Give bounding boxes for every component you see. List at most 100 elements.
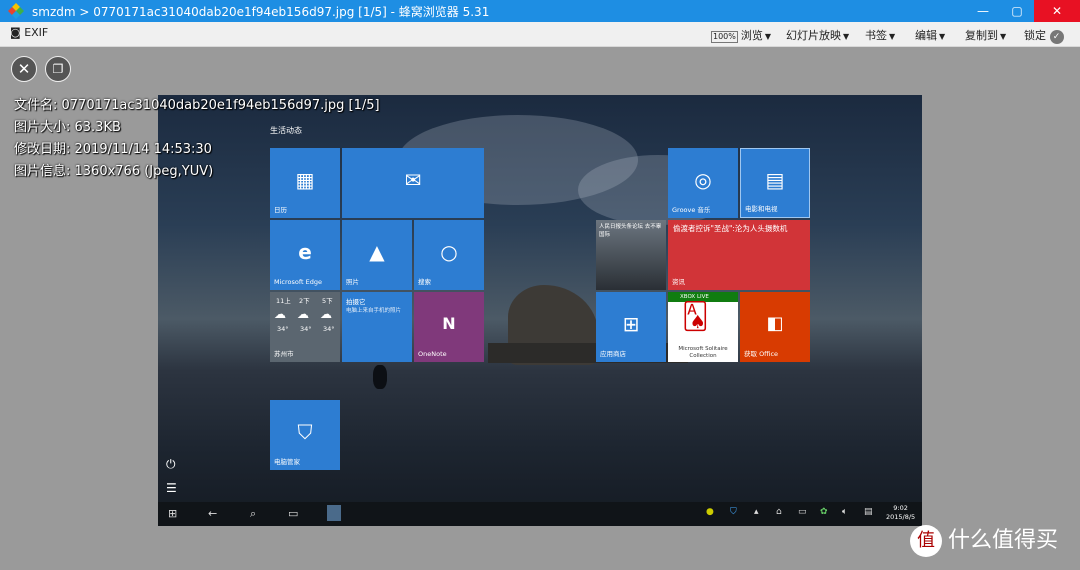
tile-store[interactable]: ⊞ 应用商店: [596, 292, 666, 362]
cards-icon: 🂡: [682, 302, 709, 332]
bookmark-menu[interactable]: 书签 ▼: [865, 27, 895, 43]
tile-label: 应用商店: [600, 350, 626, 358]
tile-onenote[interactable]: N OneNote: [414, 292, 484, 362]
mail-icon: ✉: [404, 167, 422, 192]
start-windows-icon[interactable]: ⊞: [168, 507, 177, 520]
tray-colorful-icon[interactable]: ✿: [820, 507, 828, 517]
image-view: 生活动态 ▦ 日历 ✉ e Microsoft Edge ▲ 照片 ○ 搜索 1…: [158, 95, 922, 526]
tile-label: Microsoft Solitaire Collection: [678, 346, 728, 359]
tile-news-photo[interactable]: 人民日报头条论坛 去不辜国际: [596, 220, 666, 290]
edit-menu[interactable]: 编辑 ▼: [915, 27, 945, 43]
copyto-label: 复制到: [965, 29, 998, 42]
cloud-icon: ☁: [320, 307, 332, 321]
tile-office[interactable]: ◧ 获取 Office: [740, 292, 810, 362]
clock-date: 2015/8/5: [886, 513, 916, 521]
tray-network-icon[interactable]: ▴: [754, 507, 759, 517]
tile-label: 苏州市: [274, 350, 294, 358]
copy-icon: ❐: [52, 62, 64, 76]
tile-search[interactable]: ○ 搜索: [414, 220, 484, 290]
runner-silhouette: [373, 365, 387, 389]
lock-label: 锁定: [1024, 29, 1046, 42]
copyto-menu[interactable]: 复制到 ▼: [965, 27, 1006, 43]
tile-movies[interactable]: ▤ 电影和电视: [740, 148, 810, 218]
taskbar: ⊞ ← ⌕ ▭ ● ⛉ ▴ ⌂ ▭ ✿ 🔈︎ ▤ 9:02 2015/8/5: [158, 502, 922, 526]
tile-phone-companion[interactable]: 拍摄它 电脑上来自手机的照片: [342, 292, 412, 362]
close-view-button[interactable]: ✕: [11, 56, 37, 82]
clapper-icon: ▤: [765, 167, 785, 192]
volume-icon[interactable]: 🔈︎: [842, 507, 847, 517]
store-icon: ⊞: [622, 311, 640, 336]
toolbar: ◙ EXIF 100% 浏览 ▼ 幻灯片放映 ▼ 书签 ▼ 编辑 ▼ 复制到 ▼ 锁定 ✓: [0, 22, 1080, 47]
slideshow-menu[interactable]: 幻灯片放映 ▼: [786, 27, 849, 43]
tray-notify-icon[interactable]: ⌂: [776, 507, 782, 517]
weather-day: 11上: [276, 297, 291, 305]
tile-calendar[interactable]: ▦ 日历: [270, 148, 340, 218]
tile-groove[interactable]: ◎ Groove 音乐: [668, 148, 738, 218]
app-logo-icon: [8, 3, 24, 19]
news-headline: 偷渡者控诉"圣战":沦为人头摄数机: [673, 224, 788, 233]
tile-label: 搜索: [418, 278, 431, 286]
tile-label: Groove 音乐: [672, 206, 711, 214]
browse-menu[interactable]: 100% 浏览 ▼: [711, 27, 771, 43]
bookmark-label: 书签: [865, 29, 887, 42]
weather-temp: 34°: [300, 325, 312, 333]
watermark: 值什么值得买: [910, 522, 1058, 557]
xbox-live-badge: XBOX LIVE: [668, 292, 738, 302]
edit-label: 编辑: [915, 29, 937, 42]
taskbar-clock[interactable]: 9:02 2015/8/5: [886, 504, 915, 522]
chevron-down-icon: ▼: [764, 32, 772, 41]
photos-icon: ▲: [369, 239, 385, 264]
onenote-icon: N: [442, 313, 456, 333]
tray-shield-icon[interactable]: ⛉: [730, 507, 737, 517]
tile-label: 日历: [274, 206, 287, 214]
weather-day: 2下: [299, 297, 310, 305]
tray-display-icon[interactable]: ▭: [798, 507, 807, 517]
lock-button[interactable]: 锁定 ✓: [1024, 27, 1064, 44]
info-modified: 修改日期: 2019/11/14 14:53:30: [14, 142, 212, 157]
tile-mail[interactable]: ✉: [342, 148, 484, 218]
chevron-down-icon: ▼: [1000, 32, 1007, 41]
cloud-icon: ☁: [297, 307, 309, 321]
app-taskbar-icon[interactable]: [327, 505, 341, 521]
clock-time: 9:02: [893, 504, 908, 512]
power-icon[interactable]: ⏻: [166, 457, 176, 472]
minimize-button[interactable]: —: [966, 0, 1000, 22]
tile-label: Microsoft Edge: [274, 278, 323, 286]
search-icon[interactable]: ⌕: [250, 507, 256, 521]
tile-news[interactable]: 偷渡者控诉"圣战":沦为人头摄数机 资讯: [668, 220, 810, 290]
tile-pc-manager[interactable]: ⛉ 电脑管家: [270, 400, 340, 470]
cloud-icon: ☁: [274, 307, 286, 321]
weather-temp: 34°: [277, 325, 289, 333]
browse-label: 浏览: [740, 29, 763, 42]
tile-edge[interactable]: e Microsoft Edge: [270, 220, 340, 290]
tray-app-icon[interactable]: ●: [706, 507, 714, 517]
tile-label: 电影和电视: [745, 205, 778, 213]
camera-icon: ◙: [10, 26, 21, 39]
tile-label: OneNote: [418, 350, 447, 358]
exif-button[interactable]: ◙ EXIF: [10, 26, 48, 39]
chevron-down-icon: ▼: [843, 32, 850, 41]
task-view-icon[interactable]: ▭: [288, 507, 298, 520]
edge-icon: e: [298, 239, 312, 264]
all-apps-icon[interactable]: ☰: [166, 481, 177, 495]
info-size: 图片大小: 63.3KB: [14, 120, 121, 135]
watermark-text: 什么值得买: [948, 528, 1059, 553]
copy-button[interactable]: ❐: [45, 56, 71, 82]
shield-icon: ⛉: [297, 419, 313, 444]
maximize-button[interactable]: ▢: [1000, 0, 1034, 22]
info-filename: 文件名: 0770171ac31040dab20e1f94eb156d97.jp…: [14, 98, 380, 113]
tile-weather[interactable]: 11上 2下 5下 ☁ ☁ ☁ 34° 34° 34° 苏州市: [270, 292, 340, 362]
action-center-icon[interactable]: ▤: [864, 507, 873, 517]
section-title: 生活动态: [270, 126, 302, 135]
title-bar: smzdm > 0770171ac31040dab20e1f94eb156d97…: [0, 0, 1080, 22]
tile-solitaire[interactable]: XBOX LIVE 🂡 Microsoft Solitaire Collecti…: [668, 292, 738, 362]
back-arrow-icon[interactable]: ←: [208, 507, 217, 520]
calendar-icon: ▦: [295, 167, 315, 192]
close-window-button[interactable]: ✕: [1034, 0, 1080, 22]
window-title: smzdm > 0770171ac31040dab20e1f94eb156d97…: [32, 5, 490, 19]
watermark-logo-icon: 值: [910, 525, 942, 557]
tile-title: 拍摄它: [346, 298, 366, 306]
tile-photos[interactable]: ▲ 照片: [342, 220, 412, 290]
tile-subtitle: 电脑上来自手机的照片: [346, 308, 402, 314]
weather-day: 5下: [322, 297, 333, 305]
